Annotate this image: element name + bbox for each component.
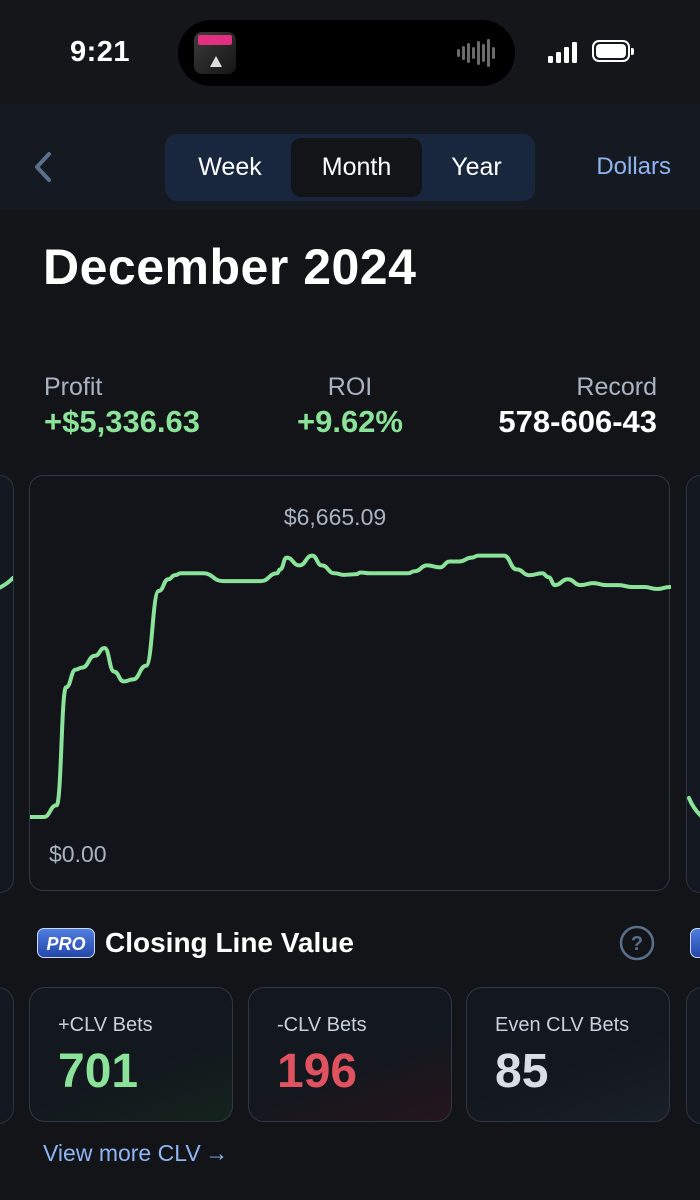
tab-year[interactable]: Year [422,134,531,201]
help-question-icon[interactable]: ? [619,925,655,961]
even-clv-label: Even CLV Bets [495,1014,630,1036]
record-label: Record [576,373,657,401]
negative-clv-value: 196 [277,1045,358,1098]
chart-baseline-label: $0.00 [49,841,107,867]
positive-clv-card[interactable]: +CLV Bets 701 [29,987,233,1122]
status-time: 9:21 [70,36,131,68]
roi-value: +9.62% [296,404,403,439]
dynamic-island[interactable] [178,20,515,86]
profit-chart-card[interactable]: $6,665.09 $0.00 [29,475,671,891]
page-title: December 2024 [43,239,417,295]
tab-month[interactable]: Month [291,138,422,197]
status-bar: 9:21 [0,0,700,105]
positive-clv-value: 701 [58,1045,139,1098]
even-clv-value: 85 [495,1045,549,1098]
clv-section-header: PRO Closing Line Value ? [37,925,667,965]
svg-text:?: ? [631,933,643,955]
cellular-signal-icon [548,42,577,63]
profit-label: Profit [44,373,103,401]
next-chart-card[interactable] [686,475,700,893]
period-segmented-control: Week Month Year [165,134,535,201]
profit-line-chart: $6,665.09 $0.00 [30,504,671,867]
chart-peak-label: $6,665.09 [284,504,386,530]
next-clv-card[interactable] [686,987,700,1124]
audio-waveform-icon [457,39,495,67]
view-more-clv-link[interactable]: View more CLV → [43,1140,228,1167]
profit-value: +$5,336.63 [44,404,201,439]
negative-clv-card[interactable]: -CLV Bets 196 [248,987,452,1122]
battery-icon [592,40,634,62]
pro-badge: PRO [37,928,95,958]
next-section-badge-peek [690,928,700,958]
units-toggle-button[interactable]: Dollars [596,153,671,181]
even-clv-card[interactable]: Even CLV Bets 85 [466,987,670,1122]
clv-section-title: Closing Line Value [105,927,354,958]
back-chevron-icon[interactable] [30,148,56,186]
tab-week[interactable]: Week [169,134,291,201]
negative-clv-label: -CLV Bets [277,1014,367,1036]
prev-clv-card[interactable] [0,987,14,1124]
profit-series-line [30,553,671,819]
record-value: 578-606-43 [498,404,657,439]
prev-chart-card[interactable] [0,475,14,893]
album-art-icon [194,32,236,74]
roi-label: ROI [327,373,373,401]
positive-clv-label: +CLV Bets [58,1014,153,1036]
